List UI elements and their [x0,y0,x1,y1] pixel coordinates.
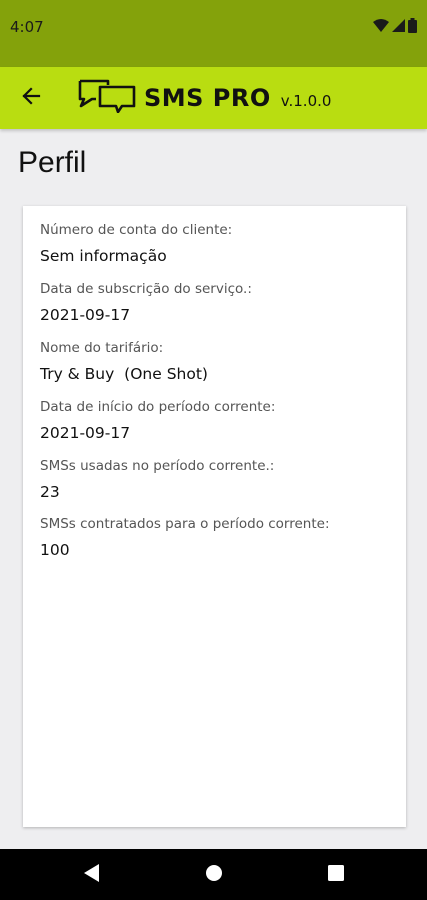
back-button[interactable] [14,81,48,115]
nav-home-button[interactable] [202,863,226,887]
home-circle-icon [205,864,223,886]
field-tariff-name: Nome do tarifário: Try & Buy (One Shot) [40,340,208,383]
field-label: SMSs usadas no período corrente.: [40,458,275,474]
battery-icon [408,18,417,33]
status-icons [373,18,417,33]
page-title: Perfil [18,146,87,179]
arrow-back-icon [21,86,41,110]
profile-card: Número de conta do cliente: Sem informaç… [23,206,406,827]
app-bar: SMS PRO v.1.0.0 [0,67,427,129]
recents-square-icon [328,865,344,885]
field-value: Try & Buy (One Shot) [40,365,208,383]
status-bar: 4:07 [0,0,427,67]
field-value: Sem informação [40,247,167,265]
system-nav-bar [0,849,427,900]
field-label: Nome do tarifário: [40,340,164,356]
field-sms-contracted: SMSs contratados para o período corrente… [40,516,330,559]
brand-logo: SMS PRO v.1.0.0 [78,79,331,117]
sms-chat-icon [78,79,136,117]
status-time: 4:07 [10,18,44,36]
back-triangle-icon [84,864,100,886]
field-sms-used: SMSs usadas no período corrente.: 23 [40,458,274,501]
field-period-start: Data de início do período corrente: 2021… [40,399,275,442]
field-label: SMSs contratados para o período corrente… [40,516,330,532]
field-label: Data de início do período corrente: [40,399,276,415]
nav-recents-button[interactable] [324,863,348,887]
app-name: SMS PRO [144,84,271,112]
signal-icon [392,19,405,32]
field-value: 23 [40,483,60,501]
app-version: v.1.0.0 [280,92,332,110]
field-value: 2021-09-17 [40,306,131,324]
wifi-icon [373,19,389,32]
field-subscription-date: Data de subscrição do serviço.: 2021-09-… [40,281,252,324]
field-label: Número de conta do cliente: [40,222,233,238]
field-value: 2021-09-17 [40,424,131,442]
field-value: 100 [40,541,70,559]
field-account-number: Número de conta do cliente: Sem informaç… [40,222,232,265]
field-label: Data de subscrição do serviço.: [40,281,252,297]
nav-back-button[interactable] [80,863,104,887]
